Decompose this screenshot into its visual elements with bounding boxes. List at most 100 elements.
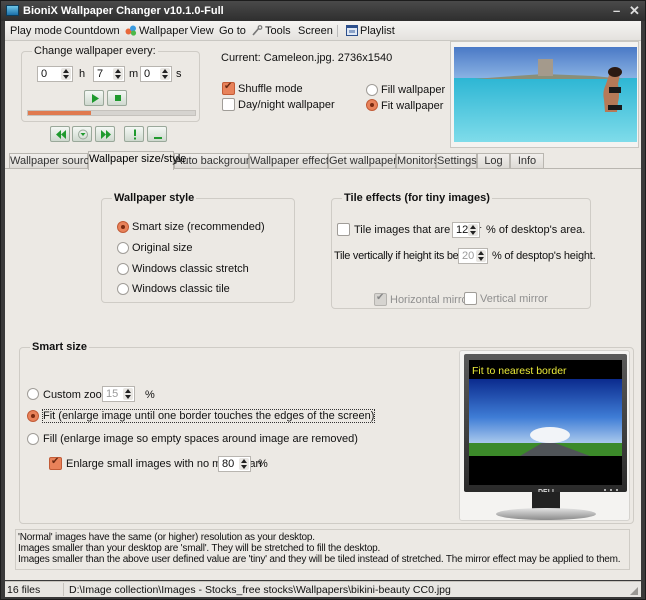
window-title: BioniX Wallpaper Changer v10.1.0-Full xyxy=(23,5,224,17)
play-button[interactable] xyxy=(84,90,104,106)
info-line: Images smaller than the above user defin… xyxy=(18,554,621,565)
fit-wallpaper-radio[interactable] xyxy=(366,99,378,111)
smart-size-title: Smart size xyxy=(30,341,90,353)
enlarge-percent-spinner[interactable]: 80 xyxy=(218,456,251,472)
play-icon xyxy=(92,94,99,103)
spinner-arrows-icon[interactable] xyxy=(468,224,478,236)
seconds-value: 0 xyxy=(144,68,151,80)
tile-images-checkbox[interactable] xyxy=(337,223,350,236)
horizontal-mirror-label: Horizontal mirror xyxy=(390,294,472,306)
fit-label: Fit (enlarge image until one border touc… xyxy=(41,409,376,423)
spinner-arrows-icon[interactable] xyxy=(113,68,123,80)
tile-area-spinner[interactable]: 12 xyxy=(452,222,480,238)
status-divider xyxy=(63,583,64,596)
smart-size-radio[interactable] xyxy=(117,221,129,233)
minimize-to-tray-icon xyxy=(154,137,162,139)
fit-wallpaper-label: Fit wallpaper xyxy=(381,100,444,112)
spinner-arrows-icon[interactable] xyxy=(61,68,71,80)
spinner-arrows-icon[interactable] xyxy=(160,68,170,80)
close-button[interactable]: ✕ xyxy=(629,3,640,19)
tile-area-value: 12 xyxy=(456,224,469,236)
monitor-stand-icon xyxy=(496,489,618,520)
hours-unit-label: h xyxy=(79,68,86,80)
horizontal-mirror-checkbox[interactable] xyxy=(374,292,387,306)
wallpaper-menu-button[interactable] xyxy=(72,126,92,142)
minutes-unit-label: m xyxy=(129,68,139,80)
day-night-wallpaper-label: Day/night wallpaper xyxy=(238,99,335,111)
custom-zoom-radio[interactable] xyxy=(27,388,39,400)
fit-radio[interactable] xyxy=(27,410,39,422)
fill-wallpaper-radio[interactable] xyxy=(366,84,378,96)
change-wallpaper-group-title: Change wallpaper every: xyxy=(32,45,158,57)
custom-zoom-value: 15 xyxy=(106,388,119,400)
menu-tools-label: Tools xyxy=(265,25,291,37)
hours-spinner[interactable]: 0 xyxy=(37,66,73,82)
tab-monitors[interactable]: Monitors xyxy=(396,153,439,169)
menu-go-to[interactable]: Go to xyxy=(219,25,246,37)
file-count: 16 files xyxy=(7,584,41,596)
menu-screen[interactable]: Screen xyxy=(298,25,333,37)
custom-zoom-unit: % xyxy=(145,389,155,401)
alert-button[interactable] xyxy=(124,126,144,142)
current-wallpaper-label: Current: Cameleon.jpg. 2736x1540 xyxy=(221,52,393,64)
tile-height-suffix: % of desptop's height. xyxy=(492,250,596,262)
minimize-to-tray-button[interactable] xyxy=(147,126,167,142)
smart-size-preview: Fit to nearest border DELL xyxy=(459,350,630,521)
tab-wallpaper-size-style[interactable]: Wallpaper size/style xyxy=(88,151,186,170)
menu-bar: Play mode Countdown Wallpaper View Go to… xyxy=(5,21,641,41)
classic-tile-radio[interactable] xyxy=(117,283,129,295)
seconds-unit-label: s xyxy=(176,68,182,80)
seconds-spinner[interactable]: 0 xyxy=(140,66,172,82)
spinner-arrows-icon[interactable] xyxy=(239,458,249,470)
wrench-icon xyxy=(252,25,263,36)
minutes-spinner[interactable]: 7 xyxy=(93,66,125,82)
menu-wallpaper[interactable]: Wallpaper xyxy=(125,25,188,37)
enlarge-percent-unit: % xyxy=(258,458,268,470)
fast-forward-icon xyxy=(101,130,111,139)
shuffle-mode-checkbox[interactable] xyxy=(222,81,235,95)
hours-value: 0 xyxy=(41,68,48,80)
wallpaper-balls-icon xyxy=(125,25,137,36)
custom-zoom-label: Custom zoom xyxy=(43,389,111,401)
menu-countdown[interactable]: Countdown xyxy=(64,25,120,37)
tab-wallpaper-effects[interactable]: Wallpaper effects xyxy=(249,153,334,169)
info-text-box: 'Normal' images have the same (or higher… xyxy=(15,529,630,570)
spinner-arrows-icon[interactable] xyxy=(476,250,486,262)
resize-grip-icon[interactable] xyxy=(630,587,638,595)
spinner-arrows-icon[interactable] xyxy=(123,388,133,400)
current-wallpaper-thumbnail[interactable] xyxy=(450,41,639,148)
tab-settings[interactable]: Settings xyxy=(436,153,477,169)
exclamation-icon xyxy=(134,129,136,140)
next-wallpaper-button[interactable] xyxy=(95,126,115,142)
classic-stretch-radio[interactable] xyxy=(117,263,129,275)
fill-radio[interactable] xyxy=(27,433,39,445)
tab-log[interactable]: Log xyxy=(477,153,510,169)
enlarge-small-images-checkbox[interactable] xyxy=(49,456,62,470)
custom-zoom-spinner[interactable]: 15 xyxy=(102,386,135,402)
enlarge-percent-value: 80 xyxy=(222,458,235,470)
menu-playlist-label: Playlist xyxy=(360,25,395,37)
menu-view[interactable]: View xyxy=(190,25,214,37)
day-night-wallpaper-checkbox[interactable] xyxy=(222,98,235,111)
original-size-label: Original size xyxy=(132,242,193,254)
tab-get-wallpapers[interactable]: Get wallpapers xyxy=(328,153,402,169)
previous-wallpaper-button[interactable] xyxy=(50,126,70,142)
title-bar[interactable]: BioniX Wallpaper Changer v10.1.0-Full – … xyxy=(1,1,645,21)
tile-vertical-label: Tile vertically if height its below xyxy=(334,250,475,262)
tile-height-spinner[interactable]: 20 xyxy=(458,248,488,264)
menu-play-mode[interactable]: Play mode xyxy=(10,25,62,37)
menu-separator xyxy=(337,25,338,37)
classic-stretch-label: Windows classic stretch xyxy=(132,263,249,275)
menu-playlist[interactable]: Playlist xyxy=(346,25,395,37)
tab-info[interactable]: Info xyxy=(510,153,544,169)
original-size-radio[interactable] xyxy=(117,242,129,254)
vertical-mirror-label: Vertical mirror xyxy=(480,293,548,305)
menu-tools[interactable]: Tools xyxy=(251,25,291,37)
vertical-mirror-checkbox[interactable] xyxy=(464,292,477,305)
minimize-button[interactable]: – xyxy=(613,3,620,18)
stop-button[interactable] xyxy=(107,90,127,106)
tile-effects-title: Tile effects (for tiny images) xyxy=(342,192,492,204)
tab-wallpaper-source[interactable]: Wallpaper source xyxy=(9,153,95,169)
tile-area-suffix: % of desktop's area. xyxy=(486,224,586,236)
app-logo-icon xyxy=(6,5,19,16)
